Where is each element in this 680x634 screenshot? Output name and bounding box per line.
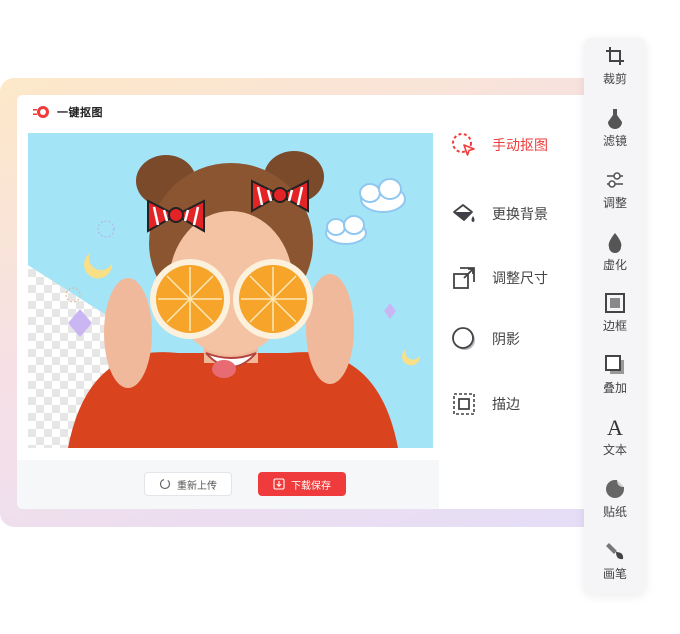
refresh-icon (159, 478, 171, 490)
logo-icon (33, 106, 49, 118)
tool-resize[interactable]: 调整尺寸 (450, 263, 590, 293)
resize-icon (453, 267, 475, 289)
download-icon (273, 478, 285, 490)
tool-label: 调整尺寸 (492, 270, 548, 286)
side-item-label: 滤镜 (602, 134, 627, 148)
side-item-label: 虚化 (602, 258, 627, 272)
crop-icon (606, 47, 624, 65)
shadow-icon (452, 327, 475, 350)
side-item-blur[interactable]: 虚化 (584, 231, 646, 281)
text-icon: A (607, 416, 623, 438)
download-label: 下载保存 (291, 480, 331, 492)
reupload-label: 重新上传 (177, 480, 217, 492)
side-item-adjust[interactable]: 调整 (584, 169, 646, 219)
manual-cutout-icon (452, 133, 475, 156)
woman-with-orange-slices-photo (65, 151, 421, 448)
tool-label: 描边 (492, 396, 520, 412)
sticker-icon (606, 480, 624, 498)
reupload-button[interactable]: 重新上传 (144, 472, 232, 496)
side-item-text[interactable]: A 文本 (584, 416, 646, 466)
stroke-icon (453, 393, 475, 415)
tool-label: 阴影 (492, 331, 520, 347)
paint-bucket-icon (453, 204, 475, 222)
side-item-label: 文本 (602, 443, 627, 457)
side-item-label: 叠加 (602, 381, 627, 395)
border-icon (605, 293, 625, 313)
overlay-icon (605, 355, 624, 374)
download-button[interactable]: 下载保存 (258, 472, 346, 496)
image-canvas[interactable] (28, 133, 433, 448)
side-item-label: 画笔 (602, 567, 627, 581)
side-item-border[interactable]: 边框 (584, 292, 646, 342)
side-item-label: 裁剪 (602, 72, 627, 86)
side-item-label: 调整 (602, 196, 627, 210)
side-item-label: 边框 (602, 319, 627, 333)
tool-manual-cutout[interactable]: 手动抠图 (450, 130, 590, 160)
side-toolbar: 裁剪 滤镜 调整 虚化 边框 叠加 A 文本 贴纸 画笔 (584, 38, 646, 594)
side-item-overlay[interactable]: 叠加 (584, 354, 646, 404)
tool-shadow[interactable]: 阴影 (450, 324, 590, 354)
tool-label: 手动抠图 (492, 137, 548, 153)
brand-name: 一键抠图 (57, 107, 103, 119)
side-item-label: 贴纸 (602, 505, 627, 519)
filter-icon (608, 109, 622, 129)
brand: 一键抠图 (33, 103, 103, 121)
editor-card: 一键抠图 重新上传 下载保存 手动抠图 更换背景 调整尺寸 阴影 描边 (17, 95, 599, 509)
brush-icon (606, 543, 624, 560)
svg-text:A: A (607, 416, 623, 438)
tool-stroke[interactable]: 描边 (450, 389, 590, 419)
blur-icon (608, 233, 622, 253)
side-item-filter[interactable]: 滤镜 (584, 107, 646, 157)
side-item-sticker[interactable]: 贴纸 (584, 478, 646, 528)
tool-panel: 手动抠图 更换背景 调整尺寸 阴影 描边 (450, 95, 599, 509)
side-item-crop[interactable]: 裁剪 (584, 45, 646, 95)
side-item-brush[interactable]: 画笔 (584, 540, 646, 590)
adjust-icon (607, 172, 623, 188)
tool-change-background[interactable]: 更换背景 (450, 199, 590, 229)
tool-label: 更换背景 (492, 206, 548, 222)
